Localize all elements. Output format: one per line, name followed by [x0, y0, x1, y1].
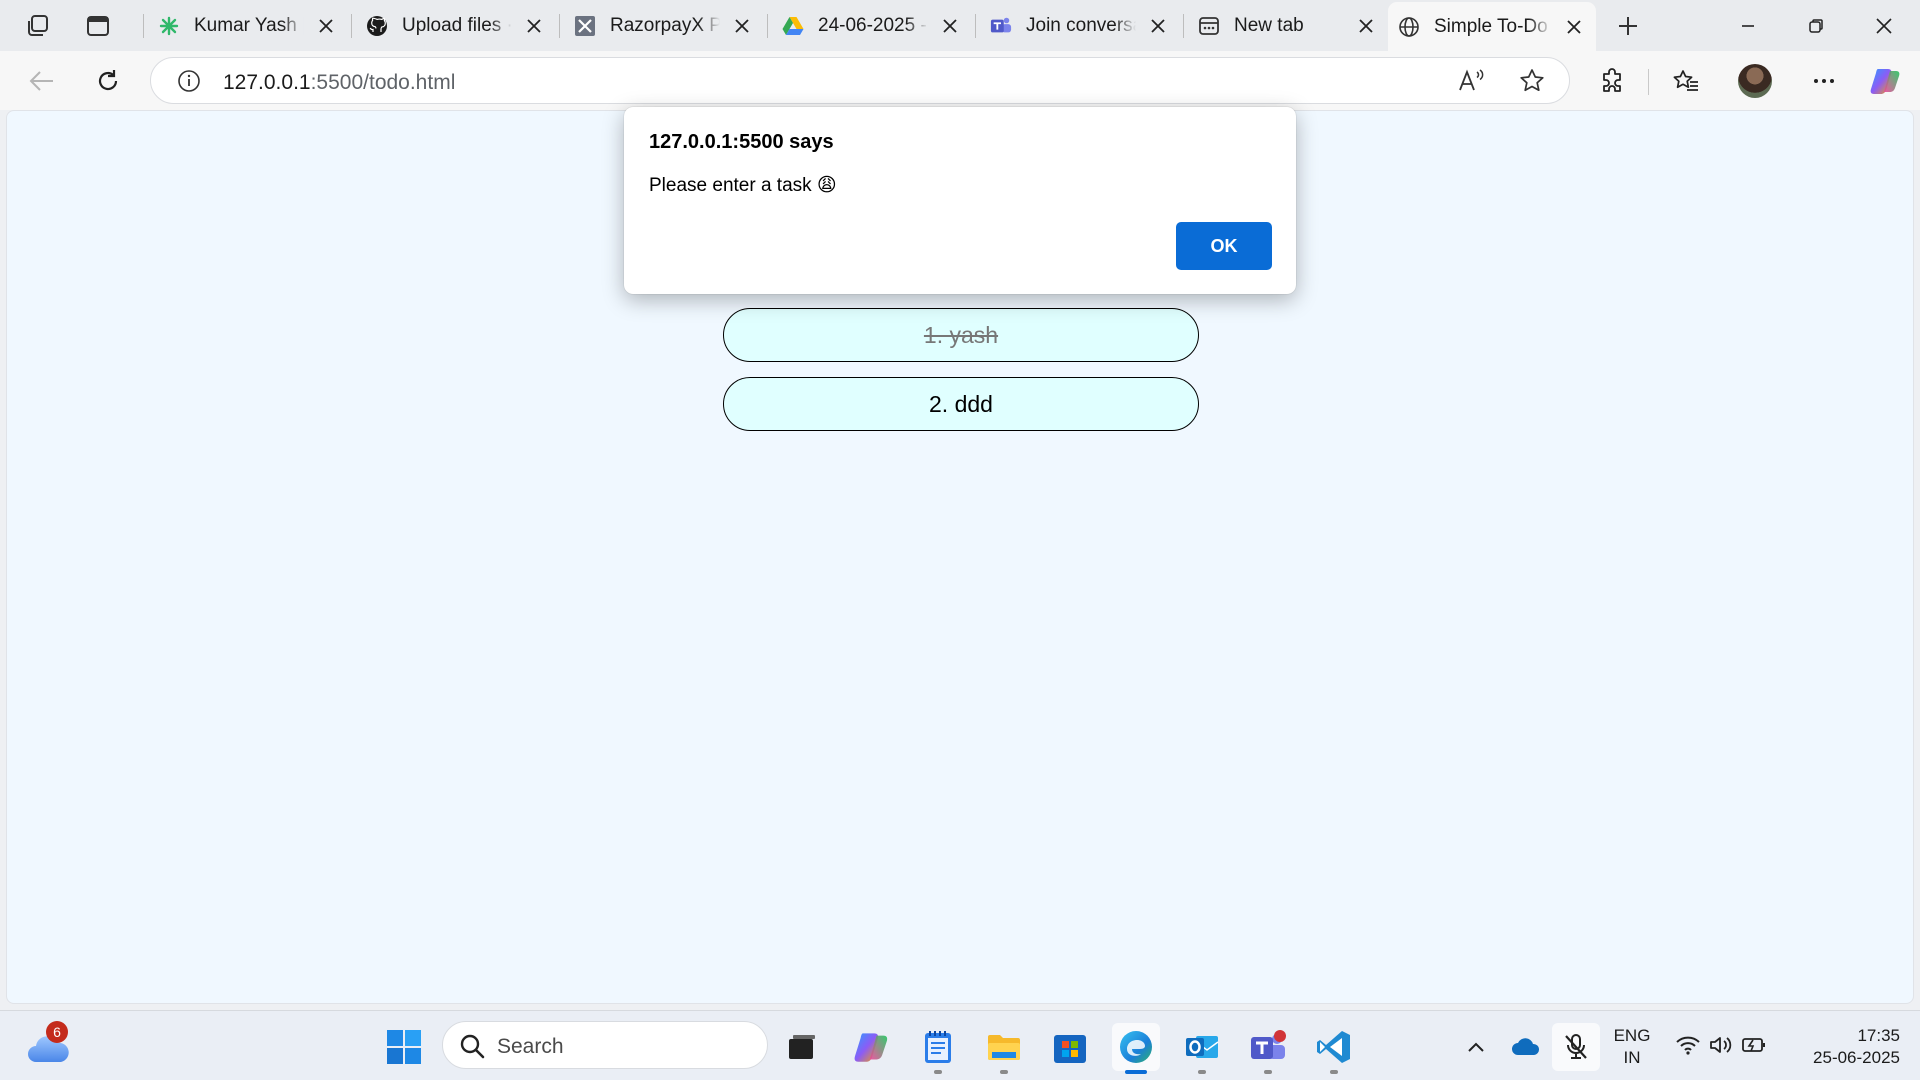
copilot-app-icon[interactable] — [848, 1023, 896, 1071]
running-indicator — [1198, 1070, 1206, 1074]
tab-title: Simple To-Do L — [1434, 15, 1552, 37]
task-item[interactable]: 1. yash — [723, 308, 1199, 362]
razorpay-icon — [574, 15, 596, 37]
search-placeholder: Search — [497, 1035, 564, 1058]
browser-toolbar: 127.0.0.1:5500/todo.html — [0, 51, 1920, 110]
google-drive-icon — [782, 15, 804, 37]
dialog-title: 127.0.0.1:5500 says — [649, 131, 834, 153]
language-code: ENG — [1613, 1026, 1651, 1045]
tab-upload-files[interactable]: Upload files · k — [356, 7, 556, 44]
teams-icon — [990, 15, 1012, 37]
read-aloud-icon[interactable] — [1457, 68, 1485, 99]
close-icon[interactable] — [522, 14, 546, 38]
edge-browser-icon[interactable] — [1112, 1023, 1160, 1074]
tab-new-tab[interactable]: New tab — [1188, 7, 1388, 44]
tab-title: 24-06-2025 - G — [818, 14, 928, 36]
profile-avatar[interactable] — [1738, 64, 1772, 98]
running-indicator — [1000, 1070, 1008, 1074]
leaf-icon — [158, 15, 180, 37]
task-text: 1. yash — [923, 321, 999, 348]
tab-title: RazorpayX Pay — [610, 14, 720, 36]
close-icon[interactable] — [1354, 14, 1378, 38]
copilot-icon[interactable] — [1864, 59, 1908, 103]
clock-date: 25-06-2025 — [1813, 1048, 1900, 1067]
site-info-icon[interactable] — [177, 69, 201, 98]
microsoft-store-icon[interactable] — [1046, 1023, 1094, 1071]
search-icon — [459, 1033, 485, 1064]
refresh-button[interactable] — [86, 59, 130, 103]
vertical-tabs-icon[interactable] — [76, 4, 120, 48]
close-window-button[interactable] — [1850, 0, 1918, 51]
close-icon[interactable] — [730, 14, 754, 38]
dialog-message: Please enter a task 😩 — [649, 175, 837, 196]
workspaces-icon[interactable] — [16, 4, 60, 48]
weather-widget[interactable]: 6 — [24, 1021, 72, 1073]
tab-title: New tab — [1234, 14, 1304, 36]
file-explorer-icon[interactable] — [980, 1023, 1028, 1074]
notepad-icon[interactable] — [914, 1023, 962, 1074]
favorites-button[interactable] — [1664, 59, 1708, 103]
url-text: 127.0.0.1:5500/todo.html — [223, 71, 455, 95]
extensions-button[interactable] — [1590, 59, 1634, 103]
url-host: 127.0.0.1 — [223, 71, 311, 94]
teams-app-icon[interactable] — [1244, 1023, 1292, 1074]
tab-kumar-yash[interactable]: Kumar Yash | In — [148, 7, 348, 44]
taskbar: 6 Search ENG IN 17:35 25-06-2025 — [0, 1010, 1920, 1080]
start-button[interactable] — [380, 1023, 428, 1071]
vscode-icon[interactable] — [1310, 1023, 1358, 1074]
taskbar-search[interactable]: Search — [442, 1021, 768, 1069]
tab-title: Kumar Yash | In — [194, 14, 304, 36]
add-favorite-icon[interactable] — [1519, 68, 1545, 99]
running-indicator — [1125, 1070, 1147, 1074]
quick-settings-button[interactable] — [1666, 1023, 1776, 1071]
close-icon[interactable] — [938, 14, 962, 38]
alert-dialog: 127.0.0.1:5500 says Please enter a task … — [624, 107, 1296, 294]
more-options-button[interactable] — [1802, 59, 1846, 103]
battery-icon — [1741, 1036, 1767, 1059]
task-view-button[interactable] — [778, 1023, 826, 1071]
running-indicator — [934, 1070, 942, 1074]
minimize-button[interactable] — [1714, 0, 1782, 51]
ok-button[interactable]: OK — [1176, 222, 1272, 270]
tab-join-conversation[interactable]: Join conversati — [980, 7, 1180, 44]
task-item[interactable]: 2. ddd — [723, 377, 1199, 431]
tab-title: Upload files · k — [402, 14, 512, 36]
microphone-muted-icon[interactable] — [1552, 1023, 1600, 1071]
close-icon[interactable] — [314, 14, 338, 38]
tab-google-drive[interactable]: 24-06-2025 - G — [772, 7, 972, 44]
running-indicator — [1264, 1070, 1272, 1074]
restore-button[interactable] — [1782, 0, 1850, 51]
close-icon[interactable] — [1146, 14, 1170, 38]
url-path: :5500/todo.html — [310, 71, 456, 94]
language-indicator[interactable]: ENG IN — [1604, 1025, 1660, 1069]
region-code: IN — [1623, 1048, 1641, 1067]
clock[interactable]: 17:35 25-06-2025 — [1790, 1025, 1900, 1069]
github-icon — [366, 15, 388, 37]
address-bar[interactable]: 127.0.0.1:5500/todo.html — [150, 57, 1570, 104]
running-indicator — [1330, 1070, 1338, 1074]
new-tab-button[interactable] — [1610, 10, 1646, 42]
wifi-icon — [1675, 1035, 1701, 1060]
new-tab-page-icon — [1198, 15, 1220, 37]
tab-razorpayx[interactable]: RazorpayX Pay — [564, 7, 764, 44]
back-button[interactable] — [20, 59, 64, 103]
globe-icon — [1398, 16, 1420, 38]
clock-time: 17:35 — [1857, 1026, 1900, 1045]
tab-simple-todo[interactable]: Simple To-Do L — [1388, 2, 1596, 51]
task-text: 2. ddd — [929, 390, 993, 417]
volume-icon — [1709, 1035, 1733, 1060]
onedrive-icon[interactable] — [1504, 1023, 1548, 1071]
tab-title: Join conversati — [1026, 14, 1136, 36]
outlook-icon[interactable] — [1178, 1023, 1226, 1074]
notification-badge: 6 — [46, 1021, 68, 1043]
close-icon[interactable] — [1562, 15, 1586, 39]
show-hidden-icons-button[interactable] — [1456, 1023, 1496, 1071]
